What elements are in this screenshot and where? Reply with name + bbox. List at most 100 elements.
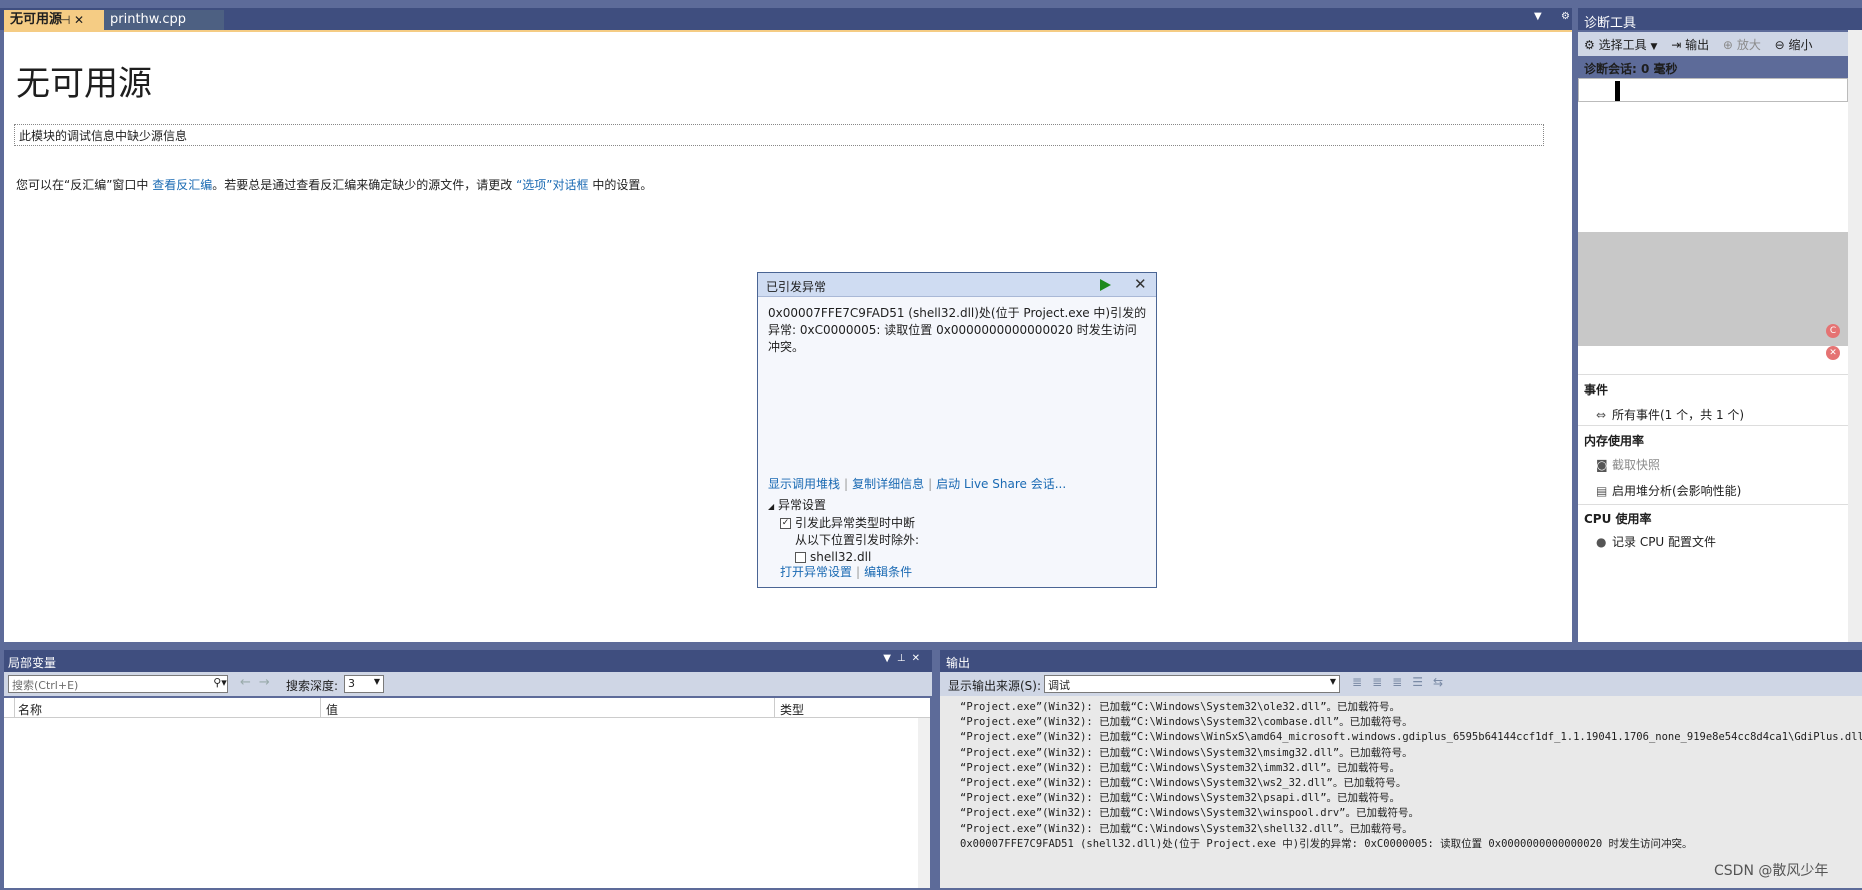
live-share-link[interactable]: 启动 Live Share 会话... — [936, 477, 1066, 491]
break-checkbox[interactable]: ✓ — [780, 518, 791, 529]
settings-header[interactable]: ◢ 异常设置 — [768, 497, 919, 515]
diagnostic-session: 诊断会话: 0 毫秒 — [1584, 62, 1678, 76]
break-checkbox-label: 引发此异常类型时中断 — [795, 516, 916, 530]
floating-close-icon[interactable]: ✕ — [1826, 346, 1840, 360]
pin-icon[interactable]: ⊣ — [60, 10, 70, 30]
divider — [1578, 425, 1848, 426]
locals-header-controls: ▼⊥✕ — [883, 653, 926, 664]
events-icon: ⇔ — [1596, 408, 1607, 422]
output-header: 输出 — [940, 650, 1862, 672]
tab-no-source[interactable]: 无可用源 ⊣ ✕ — [4, 10, 104, 30]
search-depth-label: 搜索深度: — [286, 679, 339, 693]
tab-printhw-cpp[interactable]: printhw.cpp — [104, 10, 224, 30]
locals-scrollbar[interactable] — [918, 718, 930, 888]
output-line: “Project.exe”(Win32): 已加载“C:\Windows\Sys… — [960, 822, 1413, 835]
diagnostics-graph-area — [1578, 232, 1862, 346]
diagnostics-scrollbar[interactable] — [1848, 30, 1862, 642]
take-snapshot-label: 截取快照 — [1612, 458, 1661, 472]
search-input[interactable]: 搜索(Ctrl+E) — [8, 675, 228, 693]
word-wrap-icon[interactable]: ⇆ — [1433, 675, 1453, 689]
exception-header: 已引发异常 — [758, 273, 1156, 297]
all-events-item[interactable]: ⇔ 所有事件(1 个，共 1 个) — [1596, 406, 1744, 423]
edit-conditions-link[interactable]: 编辑条件 — [864, 565, 912, 579]
export-icon: ⇥ — [1671, 38, 1682, 52]
gear-icon[interactable]: ⚙ — [1561, 11, 1570, 22]
exception-links: 显示调用堆栈 | 复制详细信息 | 启动 Live Share 会话... — [768, 475, 1066, 492]
module-checkbox-label: shell32.dll — [810, 550, 872, 564]
clear-icon[interactable]: ☰ — [1412, 675, 1433, 689]
close-icon[interactable]: ✕ — [74, 10, 84, 30]
all-events-label: 所有事件(1 个，共 1 个) — [1612, 408, 1745, 422]
output-text[interactable]: “Project.exe”(Win32): 已加载“C:\Windows\Sys… — [960, 700, 1862, 852]
pin-icon[interactable]: ⊥ — [897, 653, 912, 664]
close-icon[interactable]: ✕ — [1134, 275, 1147, 293]
column-divider[interactable] — [14, 698, 15, 718]
column-divider[interactable] — [320, 698, 321, 718]
output-line: “Project.exe”(Win32): 已加载“C:\Windows\Sys… — [960, 701, 1401, 713]
view-disassembly-link[interactable]: 查看反汇编 — [152, 178, 212, 192]
locals-grid-body — [4, 718, 930, 888]
settings-header-label: 异常设置 — [777, 498, 826, 512]
document-tab-strip: 无可用源 ⊣ ✕ printhw.cpp ▼ ⚙ — [0, 8, 1572, 30]
record-icon: ● — [1596, 535, 1607, 549]
clear-all-icon[interactable]: ≣ — [1392, 675, 1412, 689]
prev-message-icon[interactable]: ≣ — [1352, 675, 1372, 689]
column-name[interactable]: 名称 — [18, 701, 42, 718]
gear-icon: ⚙ — [1584, 38, 1595, 52]
separator: | — [928, 477, 933, 491]
help-prefix: 您可以在“反汇编”窗口中 — [16, 178, 153, 192]
chevron-down-icon[interactable]: ▼ — [1650, 42, 1657, 52]
column-type[interactable]: 类型 — [780, 701, 804, 718]
search-depth-select[interactable]: 3 ▼ — [344, 675, 384, 693]
tab-strip-controls: ▼ ⚙ — [1534, 11, 1570, 22]
continue-icon[interactable] — [1098, 277, 1112, 293]
locals-grid-header: 名称 值 类型 — [4, 698, 930, 718]
open-exception-settings-link[interactable]: 打开异常设置 — [780, 565, 852, 579]
chevron-down-icon[interactable]: ▼ — [374, 677, 380, 686]
zoom-out-button[interactable]: 缩小 — [1789, 38, 1813, 52]
separator: | — [844, 477, 849, 491]
column-divider[interactable] — [774, 698, 775, 718]
forward-arrow-icon[interactable]: → — [259, 675, 278, 690]
search-icon[interactable]: ⚲▾ — [208, 675, 232, 693]
export-button[interactable]: 输出 — [1685, 38, 1709, 52]
output-line: “Project.exe”(Win32): 已加载“C:\Windows\Sys… — [960, 761, 1401, 774]
back-arrow-icon[interactable]: ← — [240, 675, 259, 690]
options-dialog-link[interactable]: “选项”对话框 — [516, 178, 588, 192]
close-icon[interactable]: ✕ — [912, 653, 926, 664]
select-tools-button[interactable]: 选择工具 — [1599, 38, 1647, 52]
floating-badge-icon[interactable]: C — [1826, 324, 1840, 338]
enable-heap-label: 启用堆分析(会影响性能) — [1612, 484, 1742, 498]
module-checkbox[interactable] — [795, 552, 806, 563]
take-snapshot-button[interactable]: ◙ 截取快照 — [1596, 456, 1660, 473]
timeline-marker[interactable] — [1615, 81, 1620, 101]
divider — [1578, 374, 1848, 375]
dropdown-icon[interactable]: ▼ — [1534, 11, 1542, 22]
camera-icon: ◙ — [1596, 458, 1608, 472]
watermark: CSDN @散风少年 — [1714, 863, 1829, 879]
help-suffix: 中的设置。 — [588, 178, 653, 192]
locals-toolbar: 搜索(Ctrl+E) ⚲▾ ←→ 搜索深度: 3 ▼ — [4, 672, 932, 696]
show-callstack-link[interactable]: 显示调用堆栈 — [768, 477, 840, 491]
next-message-icon[interactable]: ≣ — [1372, 675, 1392, 689]
copy-details-link[interactable]: 复制详细信息 — [852, 477, 924, 491]
break-option[interactable]: ✓ 引发此异常类型时中断 — [768, 515, 919, 532]
output-line: “Project.exe”(Win32): 已加载“C:\Windows\Sys… — [960, 716, 1413, 729]
timeline-ruler[interactable] — [1578, 78, 1848, 102]
record-cpu-profile-button[interactable]: ● 记录 CPU 配置文件 — [1596, 533, 1716, 550]
locals-header: 局部变量 ▼⊥✕ — [4, 650, 932, 672]
tab-label: 无可用源 — [10, 12, 63, 27]
collapse-triangle-icon[interactable]: ◢ — [768, 502, 774, 511]
column-value[interactable]: 值 — [326, 701, 338, 718]
chevron-down-icon[interactable]: ▼ — [1330, 677, 1336, 686]
enable-heap-profiling-button[interactable]: ▤ 启用堆分析(会影响性能) — [1596, 482, 1741, 499]
exception-bottom-links: 打开异常设置 | 编辑条件 — [780, 563, 912, 580]
tab-label: printhw.cpp — [110, 12, 187, 27]
dropdown-icon[interactable]: ▼ — [883, 653, 897, 664]
output-source-select[interactable]: 调试 ▼ — [1044, 675, 1340, 693]
except-from-label: 从以下位置引发时除外: — [795, 533, 920, 547]
zoom-in-button[interactable]: 放大 — [1737, 38, 1761, 52]
page-title: 无可用源 — [16, 64, 152, 104]
exception-popup: 已引发异常 ✕ 0x00007FFE7C9FAD51 (shell32.dll)… — [757, 272, 1157, 588]
output-tools: ≣≣≣☰⇆ — [1352, 675, 1453, 689]
